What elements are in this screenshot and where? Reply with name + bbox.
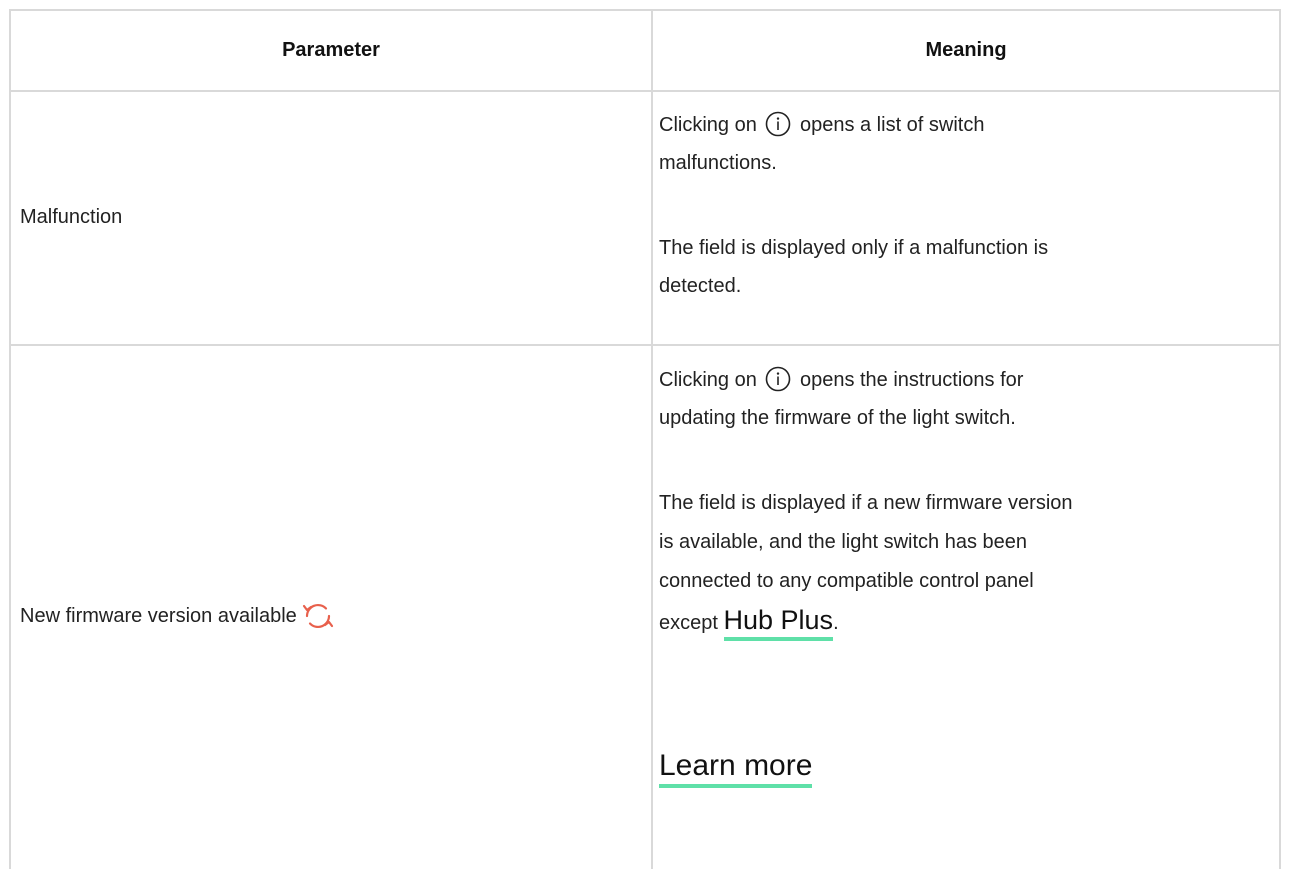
header-parameter: Parameter bbox=[282, 39, 380, 61]
refresh-icon bbox=[302, 604, 333, 628]
learn-more-paragraph: Learn more bbox=[659, 742, 1249, 793]
row-malfunction-meaning-p2: The field is displayed only if a malfunc… bbox=[659, 237, 1049, 297]
row-firmware-meaning-p2: The field is displayed if a new firmware… bbox=[659, 484, 1249, 643]
info-icon[interactable] bbox=[765, 366, 791, 392]
header-meaning: Meaning bbox=[925, 39, 1007, 61]
parameter-label: New firmware version available bbox=[20, 604, 297, 627]
row-malfunction-parameter: Malfunction bbox=[20, 90, 122, 344]
row-firmware-parameter: New firmware version available bbox=[20, 596, 335, 636]
learn-more-link[interactable]: Learn more bbox=[659, 749, 813, 788]
row-divider bbox=[11, 344, 1279, 346]
hub-plus-link[interactable]: Hub Plus bbox=[723, 605, 834, 641]
parameter-label: Malfunction bbox=[20, 205, 123, 228]
row-malfunction-meaning-p1: Clicking on opens a list of switch malfu… bbox=[659, 106, 1249, 182]
column-divider bbox=[651, 11, 653, 869]
header-divider bbox=[11, 90, 1279, 92]
info-icon[interactable] bbox=[765, 111, 791, 137]
row-firmware-meaning-p1: Clicking on opens the instructions for u… bbox=[659, 361, 1249, 437]
